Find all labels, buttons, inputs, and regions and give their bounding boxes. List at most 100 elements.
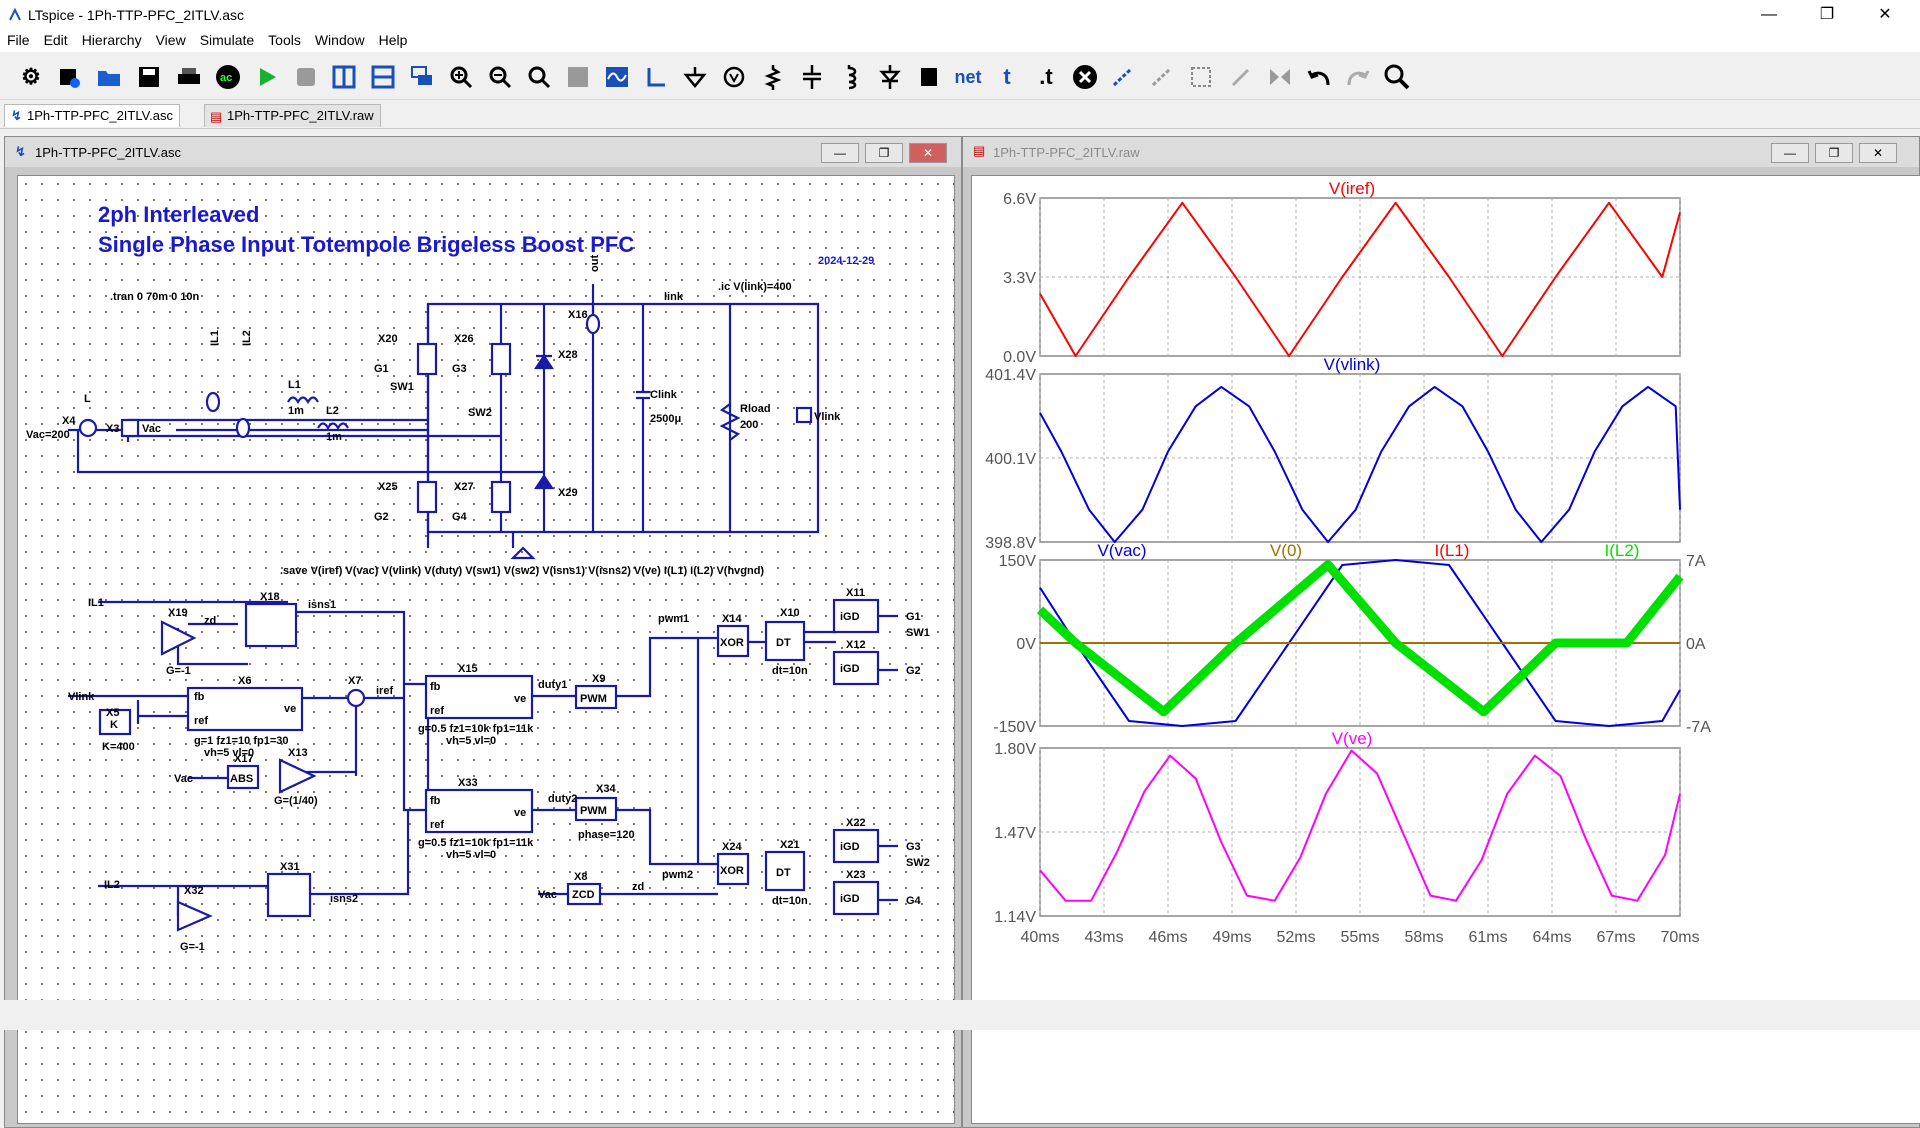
label-x4: X4: [62, 415, 76, 427]
zoom-out-icon[interactable]: [486, 63, 514, 91]
label-x12-g2: G2: [906, 665, 921, 677]
tab-waveform[interactable]: ▤ 1Ph-TTP-PFC_2ITLV.raw: [204, 104, 381, 127]
label-x23: X23: [846, 869, 866, 881]
label-g4: G4: [452, 511, 468, 523]
autorange-icon[interactable]: [564, 63, 592, 91]
diode-icon[interactable]: [876, 63, 904, 91]
menu-tools[interactable]: Tools: [261, 30, 308, 48]
menu-window[interactable]: Window: [308, 30, 372, 48]
waveform-minimize-button[interactable]: —: [1771, 143, 1809, 163]
label-x15: X15: [458, 663, 478, 675]
cascade-windows-icon[interactable]: [408, 63, 436, 91]
label-x23-igd: iGD: [840, 893, 860, 905]
tile-horizontal-icon[interactable]: [369, 63, 397, 91]
new-schematic-icon[interactable]: [55, 63, 83, 91]
label-x8: X8: [574, 871, 587, 883]
menu-view[interactable]: View: [149, 30, 193, 48]
waveform-window-icon: ▤: [973, 143, 986, 158]
undo-icon[interactable]: [1305, 63, 1333, 91]
waveform-close-button[interactable]: ✕: [1859, 143, 1897, 163]
y-tick-label: 1.80V: [994, 741, 1036, 758]
minimize-button[interactable]: —: [1746, 0, 1792, 30]
schematic-canvas[interactable]: 2ph Interleaved Single Phase Input Totem…: [17, 175, 955, 1124]
label-rload: Rload: [740, 403, 771, 415]
label-vlink-input: Vlink: [68, 691, 95, 703]
menu-hierarchy[interactable]: Hierarchy: [75, 30, 149, 48]
maximize-button[interactable]: ❐: [1804, 0, 1850, 30]
y-tick-label: -150V: [993, 719, 1036, 736]
x-tick-label: 40ms: [1020, 929, 1059, 946]
label-zd-1: zd: [204, 615, 216, 627]
label-x32: X32: [184, 885, 204, 897]
label-x3: X3: [106, 423, 119, 435]
label-x34: X34: [596, 783, 616, 795]
menu-file[interactable]: File: [0, 30, 37, 48]
label-x10: X10: [780, 607, 800, 619]
net-name-icon[interactable]: net: [954, 63, 982, 91]
open-folder-icon[interactable]: [95, 63, 123, 91]
waveform-window: ▤ 1Ph-TTP-PFC_2ITLV.raw — ❐ ✕ 6.6V 3.3V 0.…: [962, 136, 1920, 1128]
schematic-restore-button[interactable]: ❐: [865, 143, 903, 163]
y-tick-label: 400.1V: [985, 451, 1036, 468]
spice-directive-icon[interactable]: .t: [1032, 63, 1060, 91]
ground-icon[interactable]: [681, 63, 709, 91]
resistor-icon[interactable]: [759, 63, 787, 91]
label-net-icon[interactable]: [720, 63, 748, 91]
text-icon[interactable]: t: [993, 63, 1021, 91]
zoom-in-icon[interactable]: [447, 63, 475, 91]
inductor-icon[interactable]: [837, 63, 865, 91]
schematic-minimize-button[interactable]: —: [821, 143, 859, 163]
x-tick-label: 61ms: [1468, 929, 1507, 946]
label-x10-dt: DT: [776, 637, 791, 649]
waveform-restore-button[interactable]: ❐: [1815, 143, 1853, 163]
print-icon[interactable]: [175, 63, 203, 91]
label-x31: X31: [280, 861, 300, 873]
tab-schematic[interactable]: ↯ 1Ph-TTP-PFC_2ITLV.asc: [4, 104, 180, 127]
draw-wire-icon[interactable]: [642, 63, 670, 91]
label-x5: X5: [106, 707, 119, 719]
component-icon[interactable]: [915, 63, 943, 91]
settings-gear-icon[interactable]: ⚙: [17, 63, 45, 91]
run-simulation-icon[interactable]: [253, 63, 281, 91]
tile-vertical-icon[interactable]: [330, 63, 358, 91]
x-tick-label: 49ms: [1212, 929, 1251, 946]
schematic-window-icon: ↯: [15, 144, 26, 159]
duplicate-icon[interactable]: [1110, 63, 1138, 91]
label-x13: X13: [288, 747, 308, 759]
find-icon[interactable]: [1383, 63, 1411, 91]
label-x15-params: g=0.5 fz1=10k fp1=11k: [418, 723, 534, 735]
ac-analysis-icon[interactable]: ac: [214, 63, 242, 91]
schematic-close-button[interactable]: ✕: [909, 143, 947, 163]
y-tick-label: 0.0V: [1003, 349, 1036, 366]
rotate-icon[interactable]: [1227, 63, 1255, 91]
waveform-tab-icon: ▤: [210, 109, 223, 124]
label-x33-fb: fb: [430, 795, 441, 807]
label-k: K: [110, 719, 118, 731]
halt-simulation-icon[interactable]: [292, 63, 320, 91]
mirror-icon[interactable]: [1266, 63, 1294, 91]
menu-edit[interactable]: Edit: [37, 30, 75, 48]
drag-icon[interactable]: [1188, 63, 1216, 91]
move-icon[interactable]: [1149, 63, 1177, 91]
save-icon[interactable]: [135, 63, 163, 91]
label-sw2: SW2: [468, 407, 492, 419]
delete-icon[interactable]: [1071, 63, 1099, 91]
label-x27: X27: [454, 481, 474, 493]
label-l2-value: 1m: [326, 431, 342, 443]
zoom-fit-icon[interactable]: [525, 63, 553, 91]
y-tick-label: 0V: [1016, 636, 1036, 653]
waveform-plot-area[interactable]: 6.6V 3.3V 0.0V V(iref) 401.4V 400.1V 398.8V V(v…: [971, 175, 1920, 1124]
waveform-view-icon[interactable]: [603, 63, 631, 91]
capacitor-icon[interactable]: [798, 63, 826, 91]
x-tick-label: 58ms: [1404, 929, 1443, 946]
label-clink-value: 2500μ: [650, 413, 681, 425]
label-x22-igd: iGD: [840, 841, 860, 853]
menu-bar: File Edit Hierarchy View Simulate Tools Window…: [0, 30, 1920, 52]
label-g140: G=(1/40): [274, 795, 318, 807]
close-button[interactable]: ✕: [1862, 0, 1908, 30]
menu-simulate[interactable]: Simulate: [193, 30, 261, 48]
label-g2: G2: [374, 511, 389, 523]
redo-icon[interactable]: [1344, 63, 1372, 91]
label-zcd: ZCD: [572, 889, 595, 901]
menu-help[interactable]: Help: [372, 30, 415, 48]
